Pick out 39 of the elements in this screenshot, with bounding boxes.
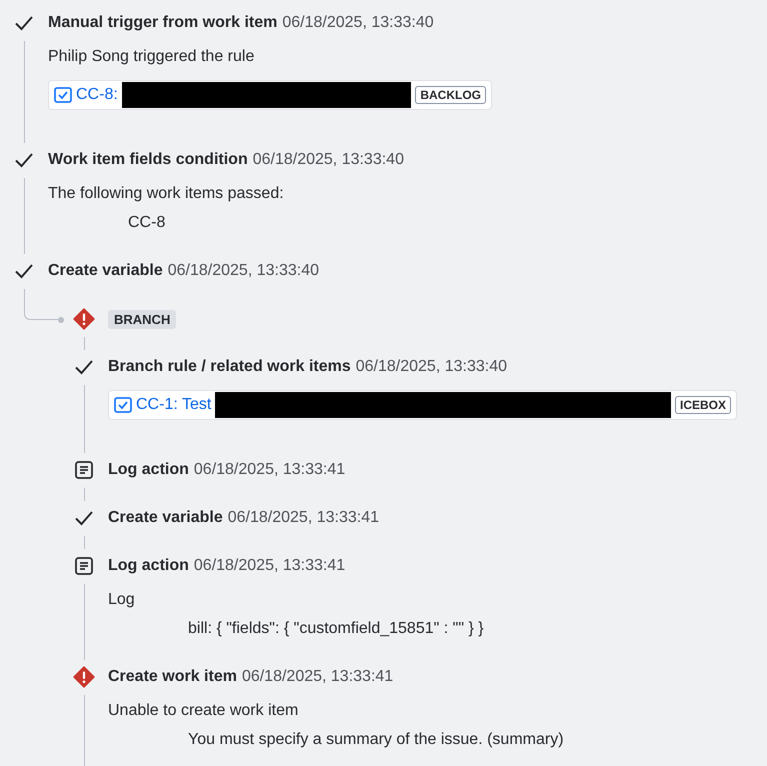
check-icon — [74, 510, 94, 526]
step-time: 06/18/2025, 13:33:41 — [194, 461, 346, 479]
step-time: 06/18/2025, 13:33:40 — [356, 358, 507, 376]
log-message: Log — [108, 590, 136, 610]
work-item-link[interactable]: CC-8: — [76, 86, 118, 104]
step-time: 06/18/2025, 13:33:41 — [194, 557, 346, 575]
error-icon — [73, 666, 95, 688]
step-time: 06/18/2025, 13:33:41 — [242, 668, 394, 686]
step-time: 06/18/2025, 13:33:40 — [282, 14, 434, 32]
document-icon — [75, 461, 93, 479]
step-title: Create variable — [108, 509, 223, 527]
step-title: Work item fields condition — [48, 151, 248, 169]
checkbox-icon — [54, 87, 72, 103]
log-message: Unable to create work item — [108, 701, 300, 721]
work-item-link[interactable]: CC-1: Test — [136, 396, 212, 414]
log-detail: bill: { "fields": { "customfield_15851" : "" } } — [187, 619, 485, 639]
check-icon — [14, 152, 34, 168]
step-time: 06/18/2025, 13:33:41 — [228, 509, 379, 527]
step-title: Log action — [108, 461, 189, 479]
status-lozenge: ICEBOX — [674, 396, 731, 414]
error-icon — [73, 308, 95, 330]
document-icon — [75, 557, 93, 575]
step-title: Manual trigger from work item — [48, 14, 278, 32]
check-icon — [14, 263, 34, 279]
step-time: 06/18/2025, 13:33:40 — [252, 151, 404, 169]
log-detail: You must specify a summary of the issue. (summary) — [187, 730, 565, 750]
check-icon — [74, 359, 94, 375]
status-lozenge: BACKLOG — [415, 86, 486, 104]
log-detail: CC-8 — [127, 213, 166, 233]
log-message: The following work items passed: — [48, 184, 285, 204]
check-icon — [14, 15, 34, 31]
step-title: Create variable — [48, 262, 163, 280]
checkbox-icon — [114, 397, 132, 413]
branch-lozenge: BRANCH — [108, 310, 176, 328]
step-title: Log action — [108, 557, 189, 575]
step-title: Branch rule / related work items — [108, 358, 351, 376]
step-title: Create work item — [108, 668, 237, 686]
step-time: 06/18/2025, 13:33:40 — [168, 262, 319, 280]
log-message: Philip Song triggered the rule — [48, 47, 256, 67]
